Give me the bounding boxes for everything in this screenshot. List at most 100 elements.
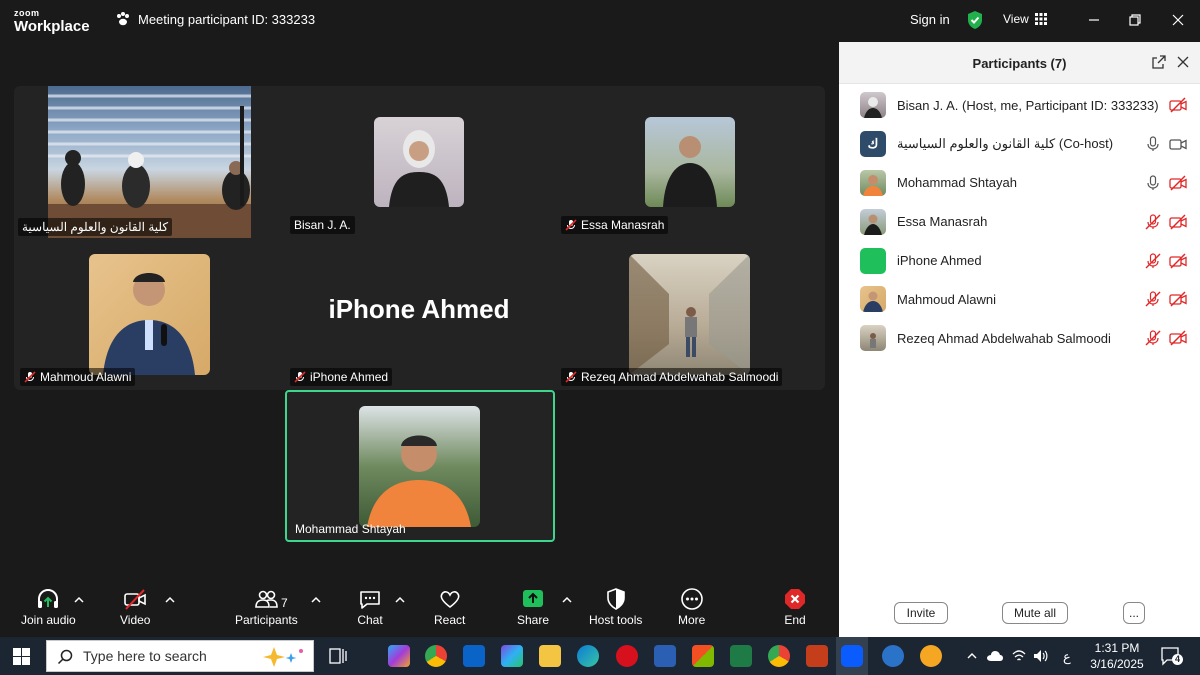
volume-icon[interactable] — [1032, 648, 1048, 664]
avatar — [860, 286, 886, 313]
video-icon[interactable] — [1169, 136, 1187, 152]
end-button[interactable]: End — [782, 586, 808, 627]
share-button[interactable]: Share — [517, 586, 549, 627]
close-panel-icon[interactable] — [1177, 56, 1189, 68]
participant-name: كلية القانون والعلوم السياسية (Co-host) — [897, 136, 1114, 152]
tile-name-label: Mahmoud Alawni — [20, 368, 136, 386]
video-tile[interactable]: iPhone Ahmed iPhone Ahmed — [284, 238, 554, 390]
chevron-up-icon[interactable] — [966, 650, 978, 662]
video-button[interactable]: Video — [120, 586, 150, 627]
more-button[interactable]: More — [678, 586, 705, 627]
chevron-up-icon[interactable] — [73, 594, 85, 606]
chevron-up-icon[interactable] — [561, 594, 573, 606]
language-indicator[interactable]: ع — [1063, 649, 1071, 665]
video-tile[interactable]: Mahmoud Alawni — [14, 238, 284, 390]
weather-icon[interactable] — [920, 645, 942, 667]
participant-name: iPhone Ahmed — [310, 370, 389, 384]
react-button[interactable]: React — [434, 586, 465, 627]
video-off-name: iPhone Ahmed — [328, 294, 510, 324]
meeting-id-label: Meeting participant ID: 333233 — [138, 11, 316, 27]
restore-button[interactable] — [1122, 8, 1148, 32]
participant-name: Mohammad Shtayah — [897, 175, 1017, 191]
participant-row[interactable]: Mohammad Shtayah — [839, 164, 1200, 203]
host-tools-button[interactable]: Host tools — [589, 586, 642, 627]
mic-muted-icon[interactable] — [1145, 291, 1161, 307]
video-tile[interactable]: Bisan J. A. — [284, 86, 554, 238]
cloud-icon[interactable] — [986, 649, 1004, 663]
taskbar-search[interactable]: Type here to search — [46, 640, 314, 672]
sign-in-button[interactable]: Sign in — [910, 12, 950, 27]
notification-count: 4 — [1172, 654, 1183, 665]
active-speaker-tile[interactable]: Mohammad Shtayah — [285, 390, 555, 542]
wifi-icon[interactable] — [1011, 648, 1027, 664]
person-icon — [389, 130, 449, 207]
more-options-button[interactable]: ... — [1123, 602, 1145, 624]
participant-row[interactable]: iPhone Ahmed — [839, 241, 1200, 280]
participant-name: Essa Manasrah — [897, 214, 988, 230]
mute-all-button[interactable]: Mute all — [1002, 602, 1068, 624]
windows-start-icon[interactable] — [13, 648, 30, 665]
mic-icon[interactable] — [1145, 136, 1161, 152]
zoom-taskbar-active[interactable] — [836, 637, 868, 675]
outlook-icon[interactable] — [463, 645, 485, 667]
video-off-icon[interactable] — [1169, 97, 1187, 113]
participant-row[interactable]: Essa Manasrah — [839, 202, 1200, 241]
participants-button[interactable]: Participants — [235, 586, 298, 627]
mic-muted-icon[interactable] — [1145, 214, 1161, 230]
powerpoint-icon[interactable] — [806, 645, 828, 667]
video-off-icon[interactable] — [1169, 330, 1187, 346]
avatar-photo — [89, 254, 210, 375]
word-icon[interactable] — [654, 645, 676, 667]
mic-muted-icon[interactable] — [1145, 330, 1161, 346]
opera-icon[interactable] — [616, 645, 638, 667]
close-window-button[interactable] — [1165, 8, 1191, 32]
minimize-button[interactable] — [1081, 8, 1107, 32]
copilot-app-icon[interactable] — [388, 645, 410, 667]
view-label: View — [1003, 12, 1029, 26]
store-icon[interactable] — [692, 645, 714, 667]
help-icon[interactable] — [882, 645, 904, 667]
join-audio-button[interactable]: Join audio — [21, 586, 76, 627]
notifications-button[interactable]: 4 — [1160, 646, 1183, 666]
video-tile[interactable]: Essa Manasrah — [555, 86, 825, 238]
panel-footer: Invite Mute all ... — [839, 598, 1200, 630]
video-off-icon[interactable] — [1169, 253, 1187, 269]
invite-button[interactable]: Invite — [894, 602, 948, 624]
chrome-profile-icon[interactable] — [768, 645, 790, 667]
panel-header: Participants (7) — [839, 42, 1200, 84]
participant-row[interactable]: Mahmoud Alawni — [839, 280, 1200, 319]
end-meeting-icon — [785, 589, 805, 609]
participants-list: Bisan J. A. (Host, me, Participant ID: 3… — [839, 86, 1200, 358]
video-tile[interactable]: كلية القانون والعلوم السياسية — [14, 86, 284, 238]
edge-icon[interactable] — [577, 645, 599, 667]
video-off-icon[interactable] — [1169, 175, 1187, 191]
chat-button[interactable]: Chat — [357, 586, 383, 627]
view-button[interactable]: View — [1003, 12, 1047, 26]
excel-icon[interactable] — [730, 645, 752, 667]
chevron-up-icon[interactable] — [394, 594, 406, 606]
video-off-icon[interactable] — [1169, 214, 1187, 230]
chevron-up-icon[interactable] — [164, 594, 176, 606]
participant-row[interactable]: Rezeq Ahmad Abdelwahab Salmoodi — [839, 319, 1200, 358]
participant-row[interactable]: Bisan J. A. (Host, me, Participant ID: 3… — [839, 86, 1200, 125]
security-shield-icon[interactable] — [966, 10, 984, 30]
taskbar-clock[interactable]: 1:31 PM 3/16/2025 — [1088, 640, 1146, 672]
mic-muted-icon[interactable] — [1145, 252, 1161, 269]
video-tile[interactable]: Rezeq Ahmad Abdelwahab Salmoodi — [555, 238, 825, 390]
clock-date: 3/16/2025 — [1090, 657, 1144, 671]
pop-out-icon[interactable] — [1152, 55, 1166, 69]
file-explorer-icon[interactable] — [539, 645, 561, 667]
close-icon — [1172, 14, 1184, 26]
m365-icon[interactable] — [501, 645, 523, 667]
participant-row[interactable]: ك كلية القانون والعلوم السياسية (Co-host… — [839, 125, 1200, 164]
mic-muted-icon — [294, 371, 306, 383]
chevron-up-icon[interactable] — [310, 594, 322, 606]
chrome-icon[interactable] — [425, 645, 447, 667]
task-view-icon[interactable] — [327, 645, 349, 667]
clock-time: 1:31 PM — [1094, 641, 1140, 655]
video-off-icon[interactable] — [1169, 291, 1187, 307]
video-gallery: كلية القانون والعلوم السياسية Bisan J. A… — [14, 86, 825, 390]
participant-name: Bisan J. A. — [294, 218, 351, 232]
meeting-info[interactable]: Meeting participant ID: 333233 — [115, 11, 315, 27]
mic-icon[interactable] — [1145, 175, 1161, 191]
